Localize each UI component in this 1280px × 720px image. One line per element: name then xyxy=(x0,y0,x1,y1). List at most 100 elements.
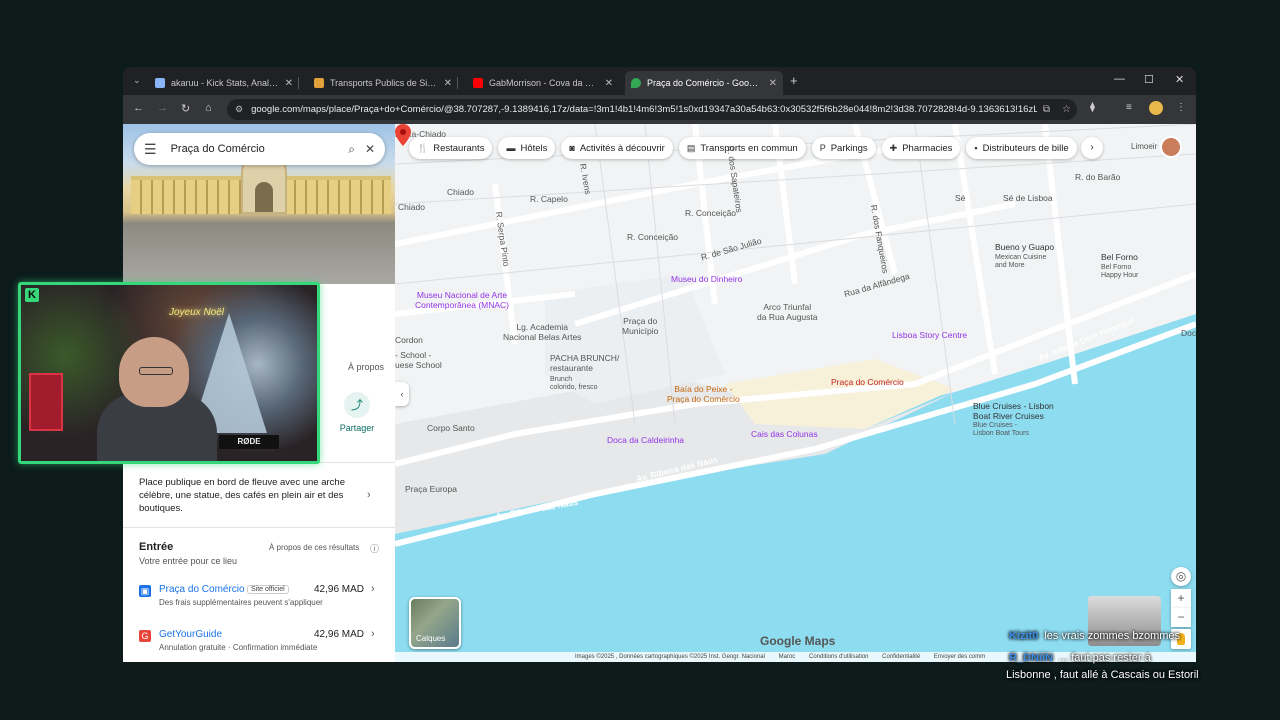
tab-gabmorrison[interactable]: GabMorrison - Cova da Moura ✕ xyxy=(467,71,619,95)
chip-restaurants[interactable]: 🍴 Restaurants xyxy=(409,137,493,159)
profile-avatar[interactable] xyxy=(1149,101,1163,115)
maps-pin-icon xyxy=(631,78,641,88)
share-button[interactable]: ⤴ Partager xyxy=(339,392,375,433)
chat-username: R_DNiiN xyxy=(1009,652,1054,664)
map-label: Praça do Município xyxy=(622,316,659,336)
pharmacy-icon: ✚ xyxy=(889,142,898,153)
map-label: Chiado xyxy=(398,202,425,212)
ticket-icon: ▣ xyxy=(139,585,151,597)
camera-icon: ◙ xyxy=(569,143,575,153)
site-info-icon[interactable]: ⚙ xyxy=(235,104,243,115)
offer-price: 42,96 MAD xyxy=(314,584,365,595)
tab-title: Praça do Comércio - Google M xyxy=(647,78,763,88)
minimize-button[interactable]: — xyxy=(1114,73,1125,85)
microphone: RØDE xyxy=(219,435,279,449)
map-label: Chiado xyxy=(447,187,474,197)
map-label: Praça do Comércio xyxy=(831,377,904,387)
my-location-button[interactable]: ◎ xyxy=(1171,567,1191,586)
close-tab-icon[interactable]: ✕ xyxy=(285,78,293,89)
map-label: Baía do Peixe - Praça do Comércio xyxy=(667,384,740,404)
place-description[interactable]: Place publique en bord de fleuve avec un… xyxy=(139,476,359,515)
account-avatar[interactable] xyxy=(1160,136,1182,158)
chip-atm[interactable]: ▪ Distributeurs de bille xyxy=(966,137,1077,159)
tab-google-maps[interactable]: Praça do Comércio - Google M ✕ xyxy=(625,71,783,95)
tab-search-icon[interactable]: ⌄ xyxy=(133,75,141,86)
map-label: R. Conceição xyxy=(685,208,737,218)
map-label: Museu Nacional de Arte Contemporânea (MN… xyxy=(415,290,510,310)
tab-kick-stats[interactable]: akaruu - Kick Stats, Analytics an ✕ xyxy=(149,71,299,95)
bus-icon: ▤ xyxy=(686,142,696,153)
close-tab-icon[interactable]: ✕ xyxy=(769,78,777,89)
offer-name: Praça do Comércio xyxy=(159,584,245,595)
maximize-button[interactable]: ☐ xyxy=(1144,73,1154,86)
map-canvas[interactable]: 🍴 Restaurants ▬ Hôtels ◙ Activités à découv… xyxy=(395,124,1196,662)
chip-parking[interactable]: P Parkings xyxy=(811,137,876,159)
tab-title: GabMorrison - Cova da Moura xyxy=(489,78,599,88)
new-tab-button[interactable]: + xyxy=(790,73,798,88)
close-tab-icon[interactable]: ✕ xyxy=(605,78,613,89)
menu-icon[interactable]: ☰ xyxy=(144,141,157,158)
close-icon[interactable]: ✕ xyxy=(365,142,375,156)
map-marker-icon[interactable] xyxy=(395,124,411,146)
zoom-in-button[interactable]: + xyxy=(1171,589,1191,608)
chip-transit[interactable]: ▤ Transports en commun xyxy=(678,137,806,159)
chevron-right-icon[interactable]: › xyxy=(367,489,371,501)
map-label: Bel Forno xyxy=(1101,252,1138,262)
chat-username: Kizit0 xyxy=(1009,630,1039,642)
info-icon[interactable]: ⓘ xyxy=(370,542,379,555)
getyourguide-icon: G xyxy=(139,630,151,642)
close-tab-icon[interactable]: ✕ xyxy=(444,78,452,89)
chevron-right-icon: › xyxy=(371,628,375,640)
entree-subtitle: Votre entrée pour ce lieu xyxy=(139,556,238,566)
offer-note: Annulation gratuite · Confirmation imméd… xyxy=(159,643,318,652)
bookmark-star-icon[interactable]: ☆ xyxy=(1062,104,1071,115)
search-icon[interactable]: ⌕ xyxy=(348,142,355,157)
layers-button[interactable]: Calques xyxy=(409,597,461,649)
restaurant-icon: 🍴 xyxy=(417,142,429,153)
reading-list-icon[interactable]: ≡ xyxy=(1126,102,1132,113)
share-label: Partager xyxy=(339,423,375,433)
offer-name: GetYourGuide xyxy=(159,629,223,640)
map-label: Brunch colorido, fresco xyxy=(550,376,598,391)
chip-activities[interactable]: ◙ Activités à découvrir xyxy=(561,137,673,159)
youtube-icon xyxy=(473,78,483,88)
address-bar[interactable]: ⚙ google.com/maps/place/Praça+do+Comérci… xyxy=(227,99,1077,120)
tab-transports-sintra[interactable]: Transports Publics de Sintra, Po ✕ xyxy=(308,71,458,95)
offer-price: 42,96 MAD xyxy=(314,629,365,640)
map-label: R. do Barão xyxy=(1075,172,1121,182)
chip-pharmacies[interactable]: ✚ Pharmacies xyxy=(881,137,961,159)
collapse-panel-button[interactable]: ‹ xyxy=(395,382,409,406)
map-label: Sé xyxy=(955,193,966,203)
back-button[interactable]: ← xyxy=(133,102,144,114)
offer-note: Des frais supplémentaires peuvent s'appl… xyxy=(159,598,323,607)
install-app-icon[interactable]: ⧉ xyxy=(1043,104,1050,115)
map-label: Praça Europa xyxy=(405,484,457,494)
url-text[interactable]: google.com/maps/place/Praça+do+Comércio/… xyxy=(251,104,1037,115)
search-input[interactable]: Praça do Comércio xyxy=(171,143,339,155)
close-window-button[interactable]: ✕ xyxy=(1175,73,1184,86)
menu-kebab-icon[interactable]: ⋮ xyxy=(1176,102,1186,113)
glasses xyxy=(139,367,173,375)
tab-favicon-icon xyxy=(314,78,324,88)
parking-icon: P xyxy=(819,143,826,153)
map-label: Bueno y Guapo xyxy=(995,242,1055,252)
reload-button[interactable]: ↻ xyxy=(181,102,190,115)
forward-button[interactable]: → xyxy=(157,102,168,114)
chat-message: Kizit0 les vrais zommes bzommes xyxy=(1009,630,1180,642)
map-label: Doc xyxy=(1181,328,1196,338)
tab-a-propos[interactable]: À propos xyxy=(348,362,384,372)
extensions-icon[interactable]: ⧫ xyxy=(1090,102,1095,113)
zoom-out-button[interactable]: − xyxy=(1171,608,1191,627)
map-label: Blue Cruises - Lisbon Boat Tours xyxy=(973,422,1029,437)
chip-hotels[interactable]: ▬ Hôtels xyxy=(498,137,556,159)
map-label: PACHA BRUNCH/ restaurante xyxy=(550,353,620,373)
chips-next-button[interactable]: › xyxy=(1081,137,1103,159)
map-label: Lg. Academia Nacional Belas Artes xyxy=(503,322,582,342)
chevron-right-icon: › xyxy=(371,583,375,595)
neon-sign: Joyeux Noël xyxy=(169,307,225,318)
chat-text: Lisbonne , faut allé à Cascais ou Estori… xyxy=(1006,669,1199,681)
about-results-link[interactable]: À propos de ces résultats xyxy=(269,543,359,552)
home-button[interactable]: ⌂ xyxy=(205,102,212,114)
kick-logo-icon: K xyxy=(25,288,39,302)
search-box[interactable]: ☰ Praça do Comércio ⌕ ✕ xyxy=(134,133,385,165)
